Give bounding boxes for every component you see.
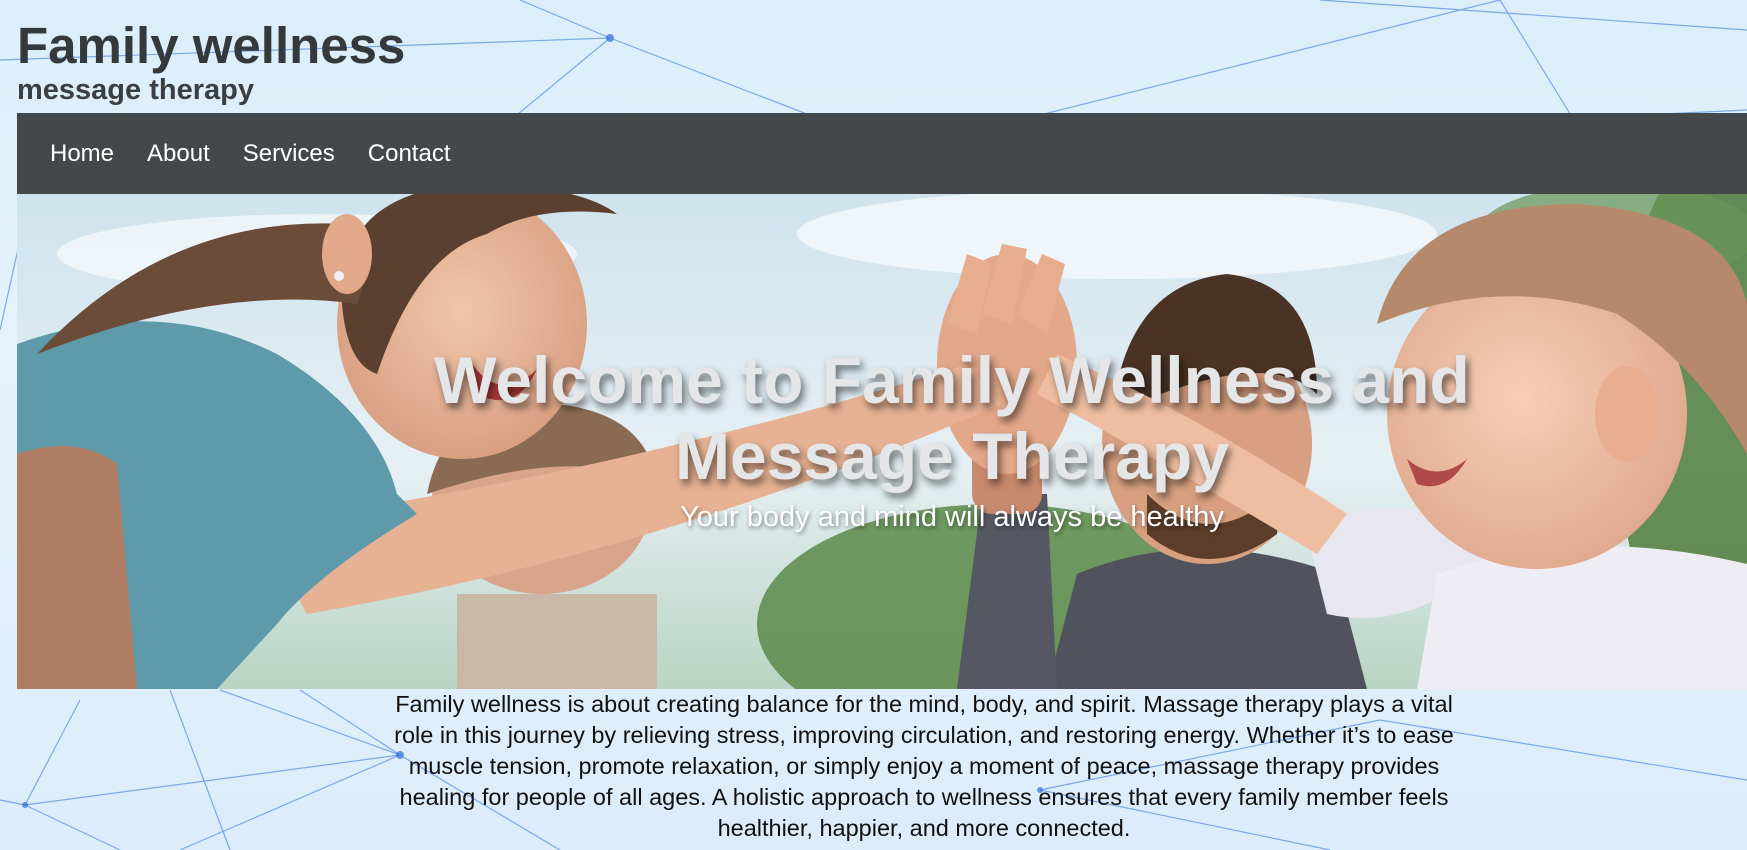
hero-tagline: Your body and mind will always be health… xyxy=(680,501,1224,533)
intro-paragraph: Family wellness is about creating balanc… xyxy=(394,691,1454,841)
nav-link-contact[interactable]: Contact xyxy=(368,140,451,168)
hero-heading: Welcome to Family Wellness and Message T… xyxy=(434,343,1470,493)
site-title: Family wellness xyxy=(17,17,406,74)
hero-banner: Welcome to Family Wellness and Message T… xyxy=(17,194,1747,689)
nav-link-home[interactable]: Home xyxy=(50,140,114,168)
hero-text-overlay: Welcome to Family Wellness and Message T… xyxy=(17,194,1747,689)
nav-link-about[interactable]: About xyxy=(147,140,210,168)
main-navbar: Home About Services Contact xyxy=(17,113,1747,194)
nav-link-services[interactable]: Services xyxy=(243,140,335,168)
site-subtitle: message therapy xyxy=(17,74,254,106)
site-header: Family wellness message therapy xyxy=(17,17,406,107)
